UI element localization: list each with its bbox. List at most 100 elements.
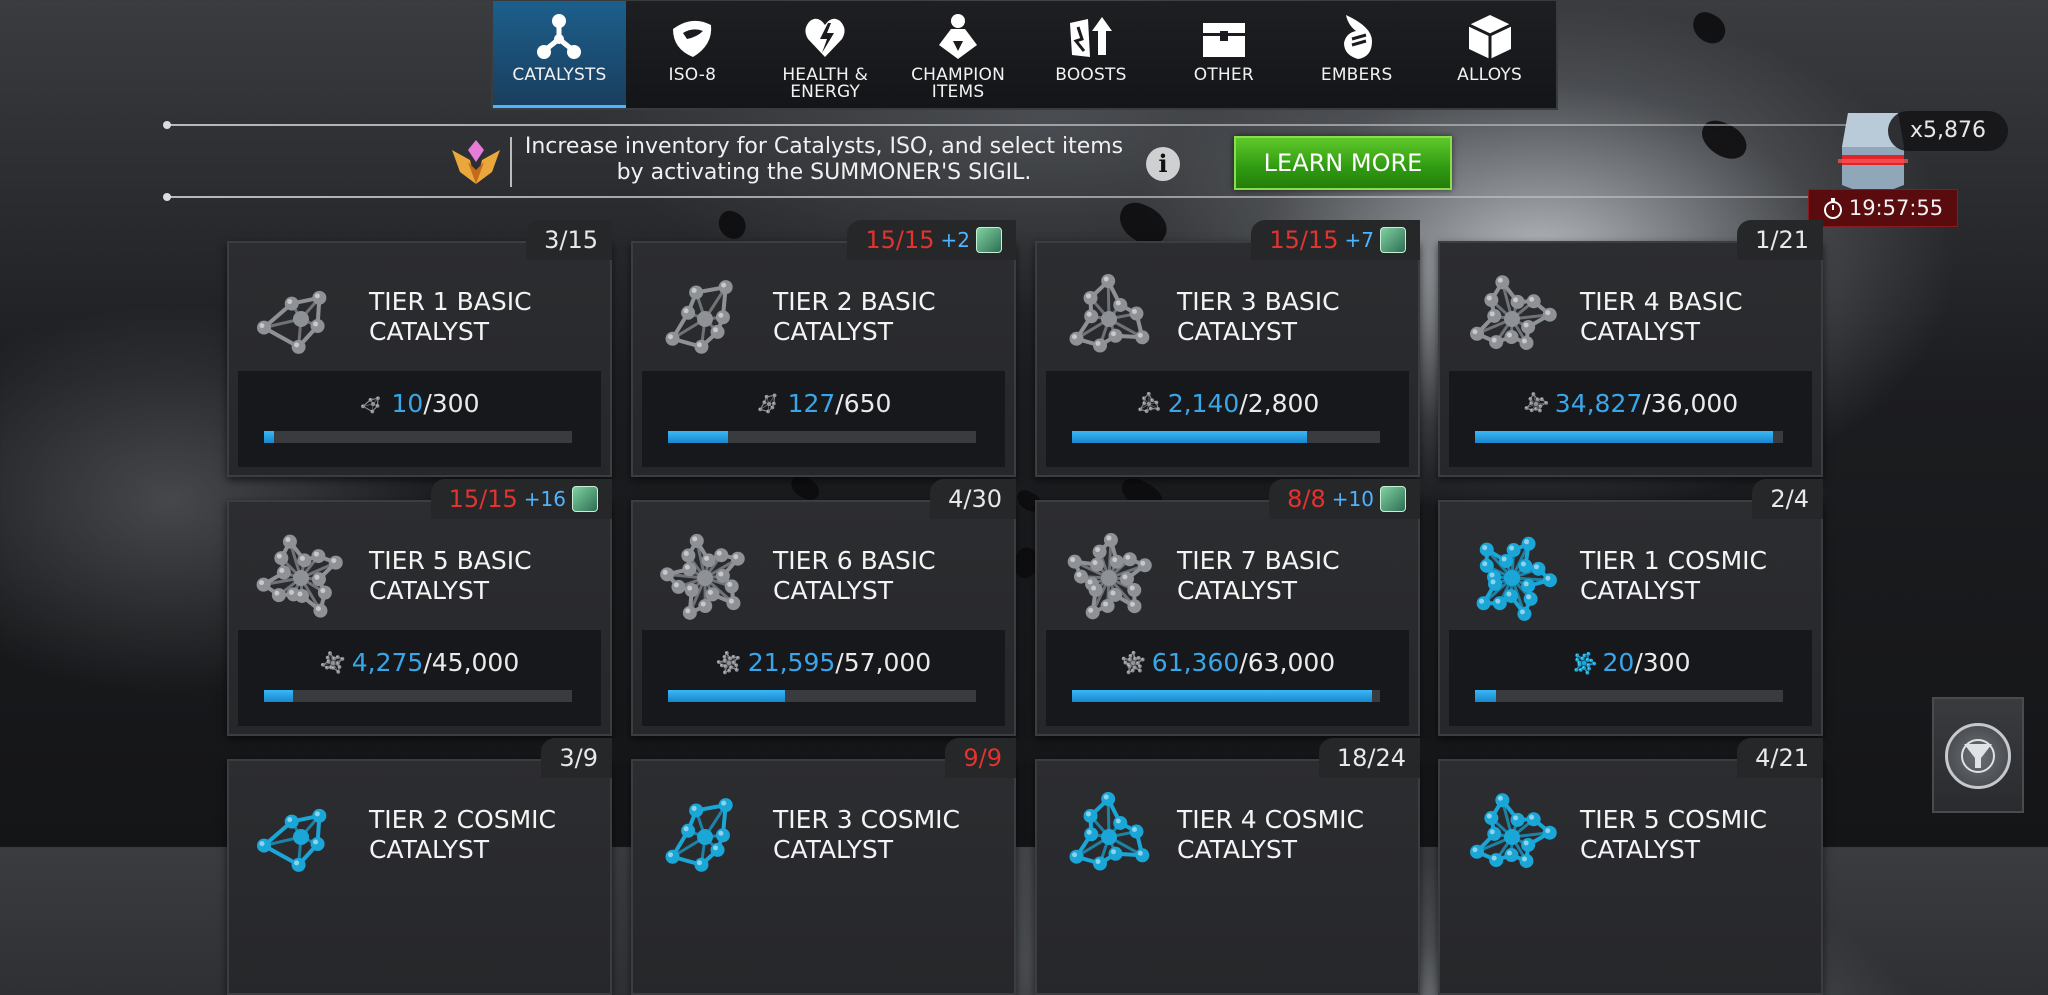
catalyst-card[interactable]: 1/21TIER 4 BASICCATALYST34,827/36,000 bbox=[1438, 241, 1823, 477]
shard-progress-bar bbox=[1072, 690, 1380, 702]
catalyst-icon bbox=[253, 271, 349, 367]
catalyst-card[interactable]: 15/15+2TIER 2 BASICCATALYST127/650 bbox=[631, 241, 1016, 477]
shard-progress-text: 20/300 bbox=[1449, 648, 1812, 677]
shard-progress-panel: 61,360/63,000 bbox=[1046, 630, 1409, 726]
overflow-count: +7 bbox=[1345, 228, 1374, 252]
catalyst-card[interactable]: 8/8+10TIER 7 BASICCATALYST61,360/63,000 bbox=[1035, 500, 1420, 736]
shard-icon bbox=[1571, 650, 1597, 676]
shard-icon bbox=[756, 391, 782, 417]
catalyst-icon bbox=[1061, 271, 1157, 367]
shard-progress-panel: 20/300 bbox=[1449, 630, 1812, 726]
boosts-icon bbox=[1066, 11, 1116, 63]
tab-embers[interactable]: EMBERS bbox=[1290, 1, 1423, 108]
overflow-box-icon bbox=[1380, 227, 1406, 253]
filter-icon bbox=[1945, 723, 2011, 789]
catalyst-name: TIER 5 COSMICCATALYST bbox=[1580, 805, 1820, 865]
tab-boosts[interactable]: BOOSTS bbox=[1025, 1, 1158, 108]
champion-items-icon bbox=[933, 11, 983, 63]
timer-value: 19:57:55 bbox=[1849, 196, 1943, 220]
tab-label: ALLOYS bbox=[1457, 67, 1522, 84]
stack-count-badge: 15/15+2 bbox=[847, 220, 1016, 260]
shard-progress-text: 4,275/45,000 bbox=[238, 648, 601, 677]
refresh-timer: 19:57:55 bbox=[1808, 189, 1958, 227]
catalyst-icon bbox=[1061, 789, 1157, 885]
learn-more-button[interactable]: LEARN MORE bbox=[1234, 136, 1452, 190]
stack-count: 3/15 bbox=[544, 226, 598, 254]
shard-progress-bar bbox=[1475, 431, 1783, 443]
catalyst-card[interactable]: 9/9TIER 3 COSMICCATALYST bbox=[631, 759, 1016, 995]
catalyst-card[interactable]: 4/30TIER 6 BASICCATALYST21,595/57,000 bbox=[631, 500, 1016, 736]
catalyst-card[interactable]: 18/24TIER 4 COSMICCATALYST bbox=[1035, 759, 1420, 995]
stack-count-badge: 1/21 bbox=[1737, 220, 1823, 260]
shard-icon bbox=[1136, 391, 1162, 417]
catalyst-icon bbox=[1464, 271, 1560, 367]
ember-icon bbox=[1332, 11, 1382, 63]
catalyst-name: TIER 2 BASICCATALYST bbox=[773, 287, 1013, 347]
shard-progress-bar bbox=[264, 690, 572, 702]
promo-line-1: Increase inventory for Catalysts, ISO, a… bbox=[524, 134, 1124, 160]
tab-label: ISO-8 bbox=[669, 67, 717, 84]
catalyst-icon bbox=[1464, 789, 1560, 885]
catalyst-card[interactable]: 15/15+7TIER 3 BASICCATALYST2,140/2,800 bbox=[1035, 241, 1420, 477]
overflow-box-icon bbox=[572, 486, 598, 512]
tab-alloys[interactable]: ALLOYS bbox=[1423, 1, 1556, 108]
overflow-count: +16 bbox=[524, 487, 566, 511]
stack-count: 2/4 bbox=[1770, 485, 1809, 513]
stack-count-badge: 2/4 bbox=[1752, 479, 1823, 519]
stack-count: 8/8 bbox=[1287, 485, 1326, 513]
catalyst-icon bbox=[657, 789, 753, 885]
tab-label: BOOSTS bbox=[1055, 67, 1126, 84]
catalyst-card[interactable]: 15/15+16TIER 5 BASICCATALYST4,275/45,000 bbox=[227, 500, 612, 736]
tab-label: HEALTH & ENERGY bbox=[770, 67, 880, 101]
catalyst-name: TIER 1 COSMICCATALYST bbox=[1580, 546, 1820, 606]
catalyst-card[interactable]: 2/4TIER 1 COSMICCATALYST20/300 bbox=[1438, 500, 1823, 736]
tab-health-energy[interactable]: HEALTH & ENERGY bbox=[759, 1, 892, 108]
shard-progress-text: 61,360/63,000 bbox=[1046, 648, 1409, 677]
category-tab-bar: CATALYSTS ISO-8 HEALTH & ENERGY CHAMPION… bbox=[491, 1, 1558, 110]
overflow-count: +10 bbox=[1332, 487, 1374, 511]
shard-progress-text: 2,140/2,800 bbox=[1046, 389, 1409, 418]
catalyst-card[interactable]: 3/15TIER 1 BASICCATALYST10/300 bbox=[227, 241, 612, 477]
stack-count-badge: 8/8+10 bbox=[1269, 479, 1420, 519]
tab-label: CATALYSTS bbox=[512, 67, 606, 84]
shard-progress-text: 34,827/36,000 bbox=[1449, 389, 1812, 418]
overflow-box-icon bbox=[976, 227, 1002, 253]
shard-progress-text: 21,595/57,000 bbox=[642, 648, 1005, 677]
stack-count-badge: 18/24 bbox=[1319, 738, 1420, 778]
tab-iso8[interactable]: ISO-8 bbox=[626, 1, 759, 108]
catalyst-card[interactable]: 4/21TIER 5 COSMICCATALYST bbox=[1438, 759, 1823, 995]
chest-icon bbox=[1199, 11, 1249, 63]
tab-label: EMBERS bbox=[1321, 67, 1393, 84]
stack-count: 4/21 bbox=[1755, 744, 1809, 772]
shard-progress-bar bbox=[668, 431, 976, 443]
catalyst-icon bbox=[657, 271, 753, 367]
tab-other[interactable]: OTHER bbox=[1157, 1, 1290, 108]
catalyst-name: TIER 7 BASICCATALYST bbox=[1177, 546, 1417, 606]
catalyst-name: TIER 3 BASICCATALYST bbox=[1177, 287, 1417, 347]
stack-count-badge: 9/9 bbox=[945, 738, 1016, 778]
overflow-box-icon bbox=[1380, 486, 1406, 512]
shard-progress-bar bbox=[264, 431, 572, 443]
info-icon[interactable]: i bbox=[1146, 147, 1180, 181]
stack-count-badge: 15/15+16 bbox=[431, 479, 612, 519]
shard-progress-panel: 127/650 bbox=[642, 371, 1005, 467]
catalyst-icon bbox=[657, 530, 753, 626]
catalyst-icon bbox=[534, 11, 584, 63]
sigil-promo-text: Increase inventory for Catalysts, ISO, a… bbox=[524, 134, 1124, 186]
stack-count-badge: 4/21 bbox=[1737, 738, 1823, 778]
overflow-count: +2 bbox=[941, 228, 970, 252]
stack-count-badge: 3/9 bbox=[541, 738, 612, 778]
tab-champion-items[interactable]: CHAMPION ITEMS bbox=[892, 1, 1025, 108]
alloy-cube-icon bbox=[1465, 11, 1515, 63]
summoners-sigil-icon bbox=[448, 136, 504, 188]
tab-catalysts[interactable]: CATALYSTS bbox=[493, 1, 626, 108]
catalyst-name: TIER 3 COSMICCATALYST bbox=[773, 805, 1013, 865]
catalyst-card[interactable]: 3/9TIER 2 COSMICCATALYST bbox=[227, 759, 612, 995]
catalyst-name: TIER 6 BASICCATALYST bbox=[773, 546, 1013, 606]
catalyst-icon bbox=[1061, 530, 1157, 626]
catalyst-icon bbox=[1464, 530, 1560, 626]
shard-icon bbox=[716, 650, 742, 676]
filter-button[interactable] bbox=[1932, 697, 2024, 813]
stack-count: 1/21 bbox=[1755, 226, 1809, 254]
shard-progress-panel: 4,275/45,000 bbox=[238, 630, 601, 726]
